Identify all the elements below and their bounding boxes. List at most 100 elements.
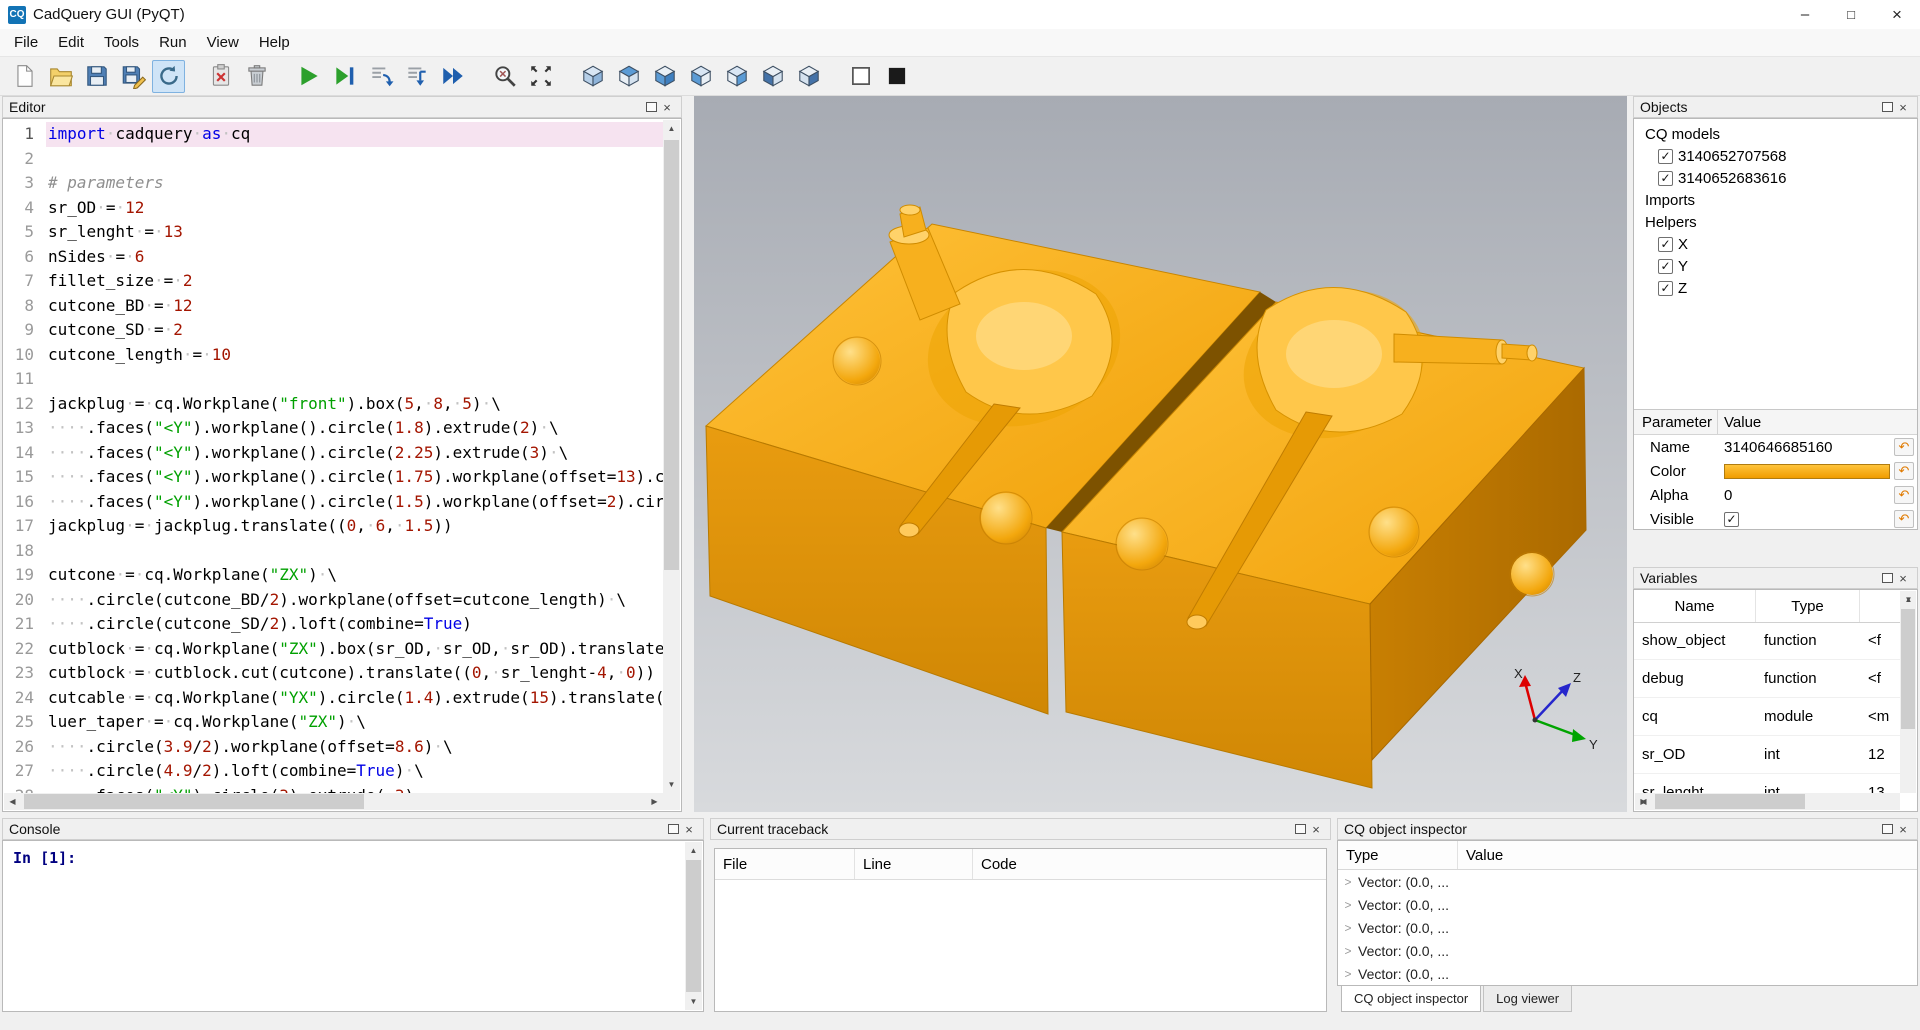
editor-close-button[interactable]: × (659, 99, 675, 115)
expand-chevron-icon[interactable]: > (1338, 967, 1358, 981)
scrollbar-thumb[interactable] (1655, 794, 1805, 809)
code-line-4[interactable]: 4sr_OD·=·12 (4, 196, 663, 221)
code-line-3[interactable]: 3# parameters (4, 171, 663, 196)
checkbox[interactable]: ✓ (1658, 281, 1673, 296)
code-line-6[interactable]: 6nSides·=·6 (4, 245, 663, 270)
scroll-left-icon[interactable]: ◀ (4, 793, 21, 810)
tree-item[interactable]: ✓3140652707568 (1634, 145, 1917, 167)
scrollbar-thumb[interactable] (664, 140, 679, 570)
code-line-8[interactable]: 8cutcone_BD·=·12 (4, 294, 663, 319)
inspector-float-button[interactable] (1879, 821, 1895, 837)
editor-float-button[interactable] (643, 99, 659, 115)
objects-float-button[interactable] (1879, 99, 1895, 115)
code-line-1[interactable]: 1import·cadquery·as·cq (4, 122, 663, 147)
menu-item-help[interactable]: Help (249, 31, 300, 55)
menu-item-view[interactable]: View (197, 31, 249, 55)
code-line-18[interactable]: 18 (4, 539, 663, 564)
variables-float-button[interactable] (1879, 570, 1895, 586)
delete-objects-button[interactable] (204, 60, 237, 93)
editor-code-area[interactable]: 1import·cadquery·as·cq23# parameters4sr_… (4, 120, 663, 793)
code-line-16[interactable]: 16····.faces("<Y").workplane().circle(1.… (4, 490, 663, 515)
editor-horizontal-scrollbar[interactable]: ◀ ▶ (4, 793, 663, 810)
tab-cq-object-inspector[interactable]: CQ object inspector (1341, 986, 1481, 1012)
code-line-15[interactable]: 15····.faces("<Y").workplane().circle(1.… (4, 465, 663, 490)
code-line-26[interactable]: 26····.circle(3.9/2).workplane(offset=8.… (4, 735, 663, 760)
viewport-3d[interactable]: X Z Y (694, 96, 1627, 812)
menu-item-edit[interactable]: Edit (48, 31, 94, 55)
step-into-button[interactable] (400, 60, 433, 93)
console-close-button[interactable]: × (681, 821, 697, 837)
variable-row[interactable]: sr_ODint12 (1634, 736, 1900, 774)
revert-button[interactable]: ↶ (1894, 510, 1914, 528)
code-line-14[interactable]: 14····.faces("<Y").workplane().circle(2.… (4, 441, 663, 466)
step-button[interactable] (364, 60, 397, 93)
code-line-5[interactable]: 5sr_lenght·=·13 (4, 220, 663, 245)
checkbox[interactable]: ✓ (1658, 259, 1673, 274)
scrollbar-thumb[interactable] (24, 794, 364, 809)
expand-chevron-icon[interactable]: > (1338, 921, 1358, 935)
console-float-button[interactable] (665, 821, 681, 837)
variables-vertical-scrollbar[interactable]: ▲ ▼ (1900, 591, 1916, 793)
tree-item[interactable]: ✓Z (1634, 277, 1917, 299)
tree-group[interactable]: CQ models (1634, 123, 1917, 145)
traceback-column-code[interactable]: Code (973, 849, 1326, 879)
code-line-23[interactable]: 23cutblock·=·cutblock.cut(cutcone).trans… (4, 661, 663, 686)
traceback-column-line[interactable]: Line (855, 849, 973, 879)
open-script-button[interactable] (44, 60, 77, 93)
code-line-11[interactable]: 11 (4, 367, 663, 392)
save-script-button[interactable] (80, 60, 113, 93)
inspector-row[interactable]: >Vector: (0.0, ... (1338, 939, 1917, 962)
name-column-header[interactable]: Name (1634, 590, 1756, 622)
menu-item-run[interactable]: Run (149, 31, 197, 55)
zoom-button[interactable] (488, 60, 521, 93)
view-front-button[interactable] (684, 60, 717, 93)
code-line-2[interactable]: 2 (4, 147, 663, 172)
menu-item-tools[interactable]: Tools (94, 31, 149, 55)
checkbox[interactable]: ✓ (1658, 149, 1673, 164)
inspector-row[interactable]: >Vector: (0.0, ... (1338, 916, 1917, 939)
run-button[interactable] (292, 60, 325, 93)
console-vertical-scrollbar[interactable]: ▲ ▼ (685, 842, 702, 1010)
visible-checkbox[interactable]: ✓ (1724, 512, 1739, 527)
variable-row[interactable]: cqmodule<m (1634, 698, 1900, 736)
tree-group[interactable]: Helpers (1634, 211, 1917, 233)
value-column-header[interactable] (1860, 590, 1900, 622)
tree-item[interactable]: ✓3140652683616 (1634, 167, 1917, 189)
continue-button[interactable] (436, 60, 469, 93)
scroll-down-icon[interactable]: ▼ (663, 776, 680, 793)
console-input-area[interactable]: In [1]: ▲ ▼ (2, 840, 704, 1012)
variables-horizontal-scrollbar[interactable]: ◀ ▶ (1635, 793, 1900, 810)
code-line-9[interactable]: 9cutcone_SD·=·2 (4, 318, 663, 343)
parameter-column-header[interactable]: Parameter (1634, 410, 1718, 434)
inspector-row[interactable]: >Vector: (0.0, ... (1338, 962, 1917, 985)
code-line-27[interactable]: 27····.circle(4.9/2).loft(combine=True)·… (4, 759, 663, 784)
minimize-button[interactable]: – (1782, 0, 1828, 29)
scroll-down-icon[interactable]: ▼ (1900, 591, 1917, 608)
revert-button[interactable]: ↶ (1894, 486, 1914, 504)
view-iso-button[interactable] (576, 60, 609, 93)
revert-button[interactable]: ↶ (1894, 438, 1914, 456)
scrollbar-thumb[interactable] (686, 860, 701, 992)
code-line-20[interactable]: 20····.circle(cutcone_BD/2).workplane(of… (4, 588, 663, 613)
code-line-10[interactable]: 10cutcone_length·=·10 (4, 343, 663, 368)
auto-reload-button[interactable] (152, 60, 185, 93)
code-line-12[interactable]: 12jackplug·=·cq.Workplane("front").box(5… (4, 392, 663, 417)
scroll-up-icon[interactable]: ▲ (663, 120, 680, 137)
variable-row[interactable]: show_objectfunction<f (1634, 622, 1900, 660)
expand-chevron-icon[interactable]: > (1338, 875, 1358, 889)
fit-all-button[interactable] (524, 60, 557, 93)
scroll-right-icon[interactable]: ▶ (646, 793, 663, 810)
editor-vertical-scrollbar[interactable]: ▲ ▼ (663, 120, 680, 793)
code-line-17[interactable]: 17jackplug·=·jackplug.translate((0,·6,·1… (4, 514, 663, 539)
tree-item[interactable]: ✓Y (1634, 255, 1917, 277)
close-button[interactable]: × (1874, 0, 1920, 29)
revert-button[interactable]: ↶ (1894, 462, 1914, 480)
checkbox[interactable]: ✓ (1658, 237, 1673, 252)
view-top-button[interactable] (612, 60, 645, 93)
wireframe-button[interactable] (844, 60, 877, 93)
save-script-as-button[interactable] (116, 60, 149, 93)
view-back-button[interactable] (720, 60, 753, 93)
scroll-down-icon[interactable]: ▼ (685, 993, 702, 1010)
scrollbar-thumb[interactable] (1901, 609, 1915, 729)
code-line-24[interactable]: 24cutcable·=·cq.Workplane("YX").circle(1… (4, 686, 663, 711)
